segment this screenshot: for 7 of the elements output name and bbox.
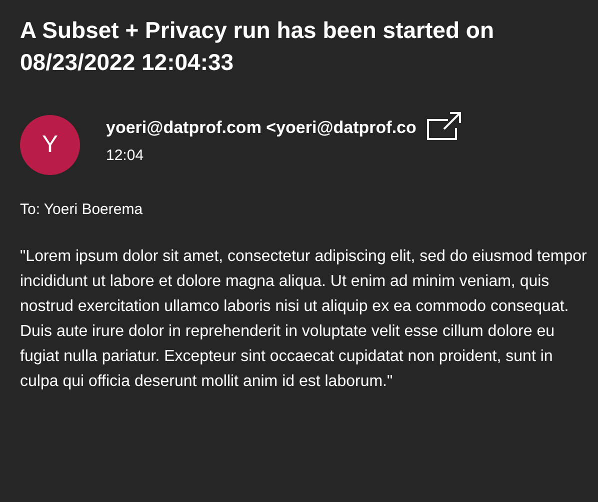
pop-out-icon[interactable]: [426, 111, 462, 141]
recipient-line: To: Yoeri Boerema: [20, 201, 144, 218]
sender-address: yoeri@datprof.com <yoeri@datprof.co: [106, 118, 416, 138]
email-body: "Lorem ipsum dolor sit amet, consectetur adipiscing elit, sed do eiusmod tempor incididunt ut labore et dolore magna aliqua. Ut enim ad minim veniam, quis nostrud exercitation ullamco laboris nisi ut aliquip ex ea commodo consequat. Duis aute irure dolor in reprehenderit in voluptate velit esse cillum dolore eu fugiat nulla pariatur. Excepteur sint occaecat cupidatat non proident, sunt in culpa qui officia deserunt mollit anim id est laborum.": [20, 247, 588, 392]
sent-time: 12:04: [106, 147, 144, 164]
email-subject: A Subset + Privacy run has been started on 08/23/2022 12:04:33: [20, 16, 495, 77]
avatar: Y: [20, 115, 80, 175]
